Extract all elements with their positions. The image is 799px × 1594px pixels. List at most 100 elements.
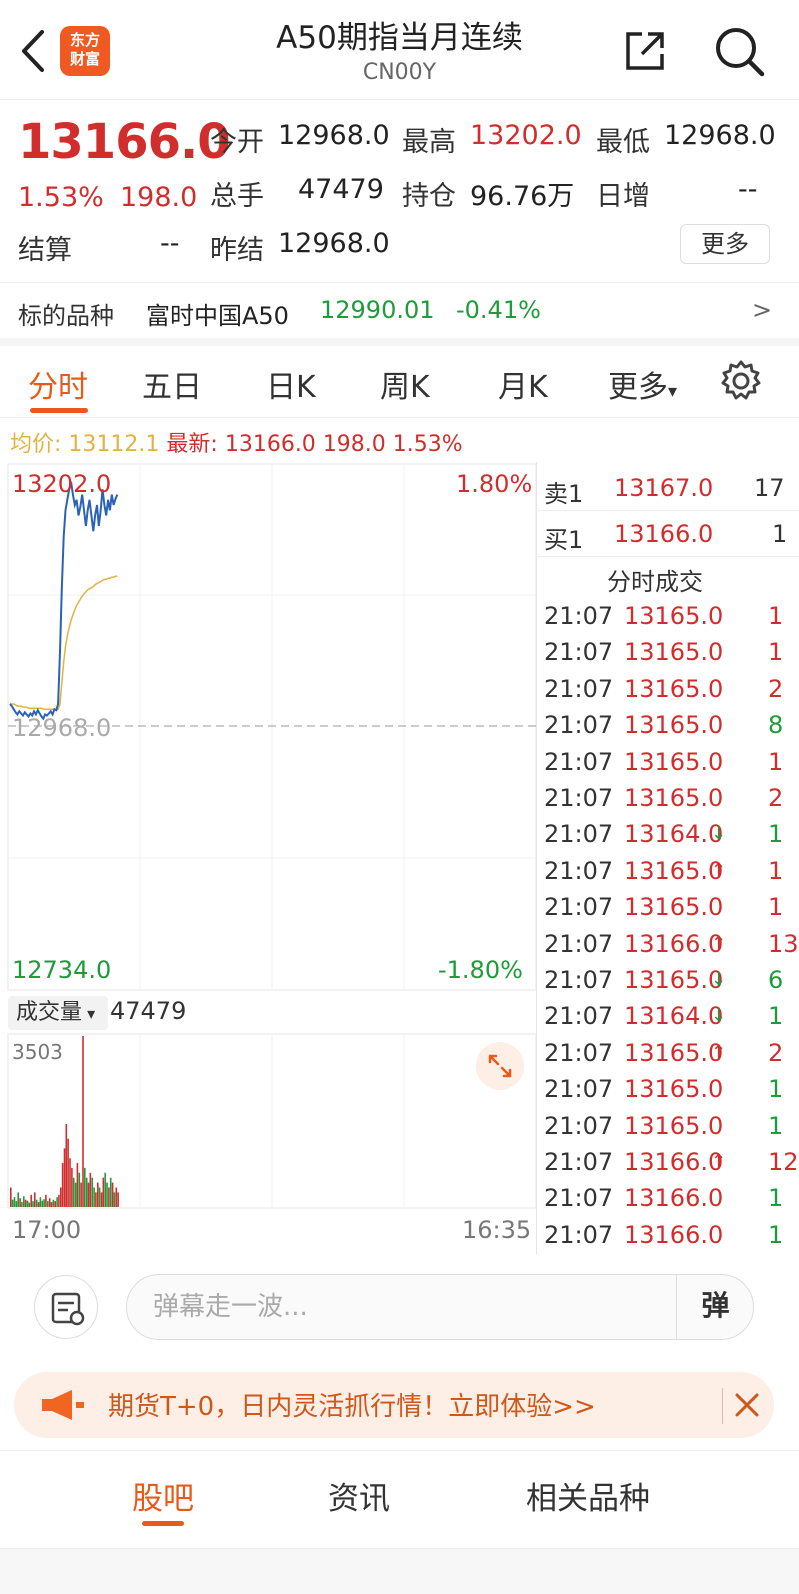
tab-more[interactable]: 更多▾ xyxy=(608,362,677,406)
volume-bar xyxy=(23,1196,25,1207)
trade-price: 13166.0 xyxy=(624,1148,724,1176)
megaphone-icon xyxy=(42,1390,84,1420)
volume-bar xyxy=(102,1177,105,1207)
trade-time: 21:07 xyxy=(544,1075,614,1104)
trade-list-title: 分时成交 xyxy=(607,568,703,596)
volume-bar xyxy=(15,1201,18,1207)
trade-row: 21:07 13165.0 1 xyxy=(540,598,799,634)
volume-bar xyxy=(74,1182,77,1207)
volume-indicator-select[interactable]: 成交量 ▾ xyxy=(8,996,108,1030)
trade-time: 21:07 xyxy=(544,747,614,776)
sell1-qty: 17 xyxy=(754,474,785,502)
tab-related[interactable]: 相关品种 xyxy=(526,1473,650,1518)
volume-bar xyxy=(89,1172,92,1207)
danmu-settings-icon[interactable] xyxy=(34,1275,98,1339)
promo-banner[interactable]: 期货T+0，日内灵活抓行情！立即体验>> xyxy=(14,1372,774,1438)
trade-price: 13165.0 xyxy=(624,856,724,885)
trade-row: 21:07 13165.0 1 xyxy=(540,744,799,780)
underlying-row[interactable]: 标的品种 富时中国A50 12990.01 -0.41% > xyxy=(0,282,799,338)
volume-bar xyxy=(65,1124,68,1207)
promo-text: 期货T+0，日内灵活抓行情！立即体验>> xyxy=(108,1392,596,1422)
arrow-up-icon: ↑ xyxy=(711,932,727,954)
volume-bar xyxy=(50,1202,53,1207)
avg-price-line xyxy=(10,575,118,710)
trade-row: 21:07 13165.0 1 xyxy=(540,634,799,670)
trade-price: 13165.0 xyxy=(624,966,724,994)
trade-price: 13165.0 xyxy=(624,747,724,776)
gear-icon[interactable] xyxy=(718,358,764,404)
trade-qty: 1 xyxy=(768,1184,784,1213)
volume-bar xyxy=(47,1201,49,1207)
trade-price: 13166.0 xyxy=(624,929,724,958)
trade-qty: 2 xyxy=(768,784,784,812)
tab-intraday[interactable]: 分时 xyxy=(28,362,88,406)
trade-qty: 1 xyxy=(768,747,784,776)
tab-news[interactable]: 资讯 xyxy=(328,1473,390,1518)
intraday-chart[interactable] xyxy=(0,462,540,1252)
tab-more-label: 更多 xyxy=(608,370,668,405)
tab-daily-k[interactable]: 日K xyxy=(266,362,316,406)
tab-weekly-k[interactable]: 周K xyxy=(380,362,430,406)
trade-row: 21:07 13164.0 ↓ 1 xyxy=(540,998,799,1034)
volume-bar xyxy=(45,1194,47,1207)
volume-bar xyxy=(30,1194,32,1207)
volume-bar xyxy=(115,1187,118,1207)
trade-time: 21:07 xyxy=(544,1184,614,1213)
prev-settle-label: 昨结 xyxy=(210,235,264,266)
divider xyxy=(536,510,799,511)
pct-axis-top-label: 1.80% xyxy=(456,470,533,498)
volume-bar xyxy=(87,1182,90,1207)
share-icon[interactable] xyxy=(622,28,668,74)
arrow-down-icon: ↓ xyxy=(711,1005,727,1027)
trade-row: 21:07 13165.0 2 xyxy=(540,780,799,816)
trade-price: 13165.0 xyxy=(624,638,724,667)
danmu-send-button[interactable]: 弹 xyxy=(676,1274,754,1340)
oi-value: 96.76万 xyxy=(470,181,575,212)
trade-time: 21:07 xyxy=(544,674,614,703)
promo-close-button[interactable] xyxy=(722,1388,762,1424)
open-label: 今开 xyxy=(210,127,264,158)
avg-bar: 均价: 13112.1 最新: 13166.0 198.0 1.53% xyxy=(10,426,463,458)
expand-icon[interactable] xyxy=(476,1042,524,1090)
tab-monthly-k[interactable]: 月K xyxy=(498,362,548,406)
volume-bar xyxy=(93,1187,95,1207)
pct-axis-bottom-label: -1.80% xyxy=(438,956,523,984)
oi-label: 持仓 xyxy=(402,181,456,212)
volume-bar xyxy=(37,1202,40,1207)
trade-price: 13165.0 xyxy=(624,1075,724,1104)
trade-qty: 1 xyxy=(768,893,784,922)
volume-bar xyxy=(32,1201,34,1207)
volume-bar xyxy=(108,1187,110,1207)
buy1-label: 买1 xyxy=(544,526,584,554)
volume-panel xyxy=(7,1033,537,1209)
volume-bar xyxy=(19,1198,21,1207)
volume-bar xyxy=(100,1192,103,1207)
trade-price: 13166.0 xyxy=(624,1184,724,1213)
y-axis-mid-label: 12968.0 xyxy=(12,714,112,742)
trade-qty: 6 xyxy=(768,966,784,994)
volume-bar xyxy=(85,1177,88,1207)
bottom-tabs: 股吧 资讯 相关品种 xyxy=(0,1450,799,1542)
volume-bar xyxy=(76,1163,79,1207)
trade-qty: 1 xyxy=(768,1111,784,1140)
danmu-input[interactable]: 弹幕走一波... xyxy=(126,1274,754,1340)
trade-row: 21:07 13165.0 ↓ 6 xyxy=(540,962,799,998)
volume-bar xyxy=(56,1197,58,1207)
trade-time: 21:07 xyxy=(544,602,614,630)
change-pct: 1.53% xyxy=(18,182,104,213)
trade-row: 21:07 13166.0 ↑ 12 xyxy=(540,1144,799,1180)
volume-bar xyxy=(41,1200,44,1207)
volume-bar xyxy=(113,1192,116,1207)
time-start-label: 17:00 xyxy=(12,1216,82,1244)
trade-time: 21:07 xyxy=(544,820,614,849)
trade-time: 21:07 xyxy=(544,856,614,885)
underlying-change: -0.41% xyxy=(456,296,541,324)
tab-5day[interactable]: 五日 xyxy=(142,362,202,406)
quote-more-button[interactable]: 更多 xyxy=(680,224,770,264)
tab-stock-forum[interactable]: 股吧 xyxy=(132,1473,194,1518)
search-icon[interactable] xyxy=(712,24,766,78)
volume-bar xyxy=(52,1199,55,1207)
latest-value: 13166.0 xyxy=(224,432,316,457)
volume-bar xyxy=(17,1192,19,1207)
avg-value: 13112.1 xyxy=(68,432,160,457)
